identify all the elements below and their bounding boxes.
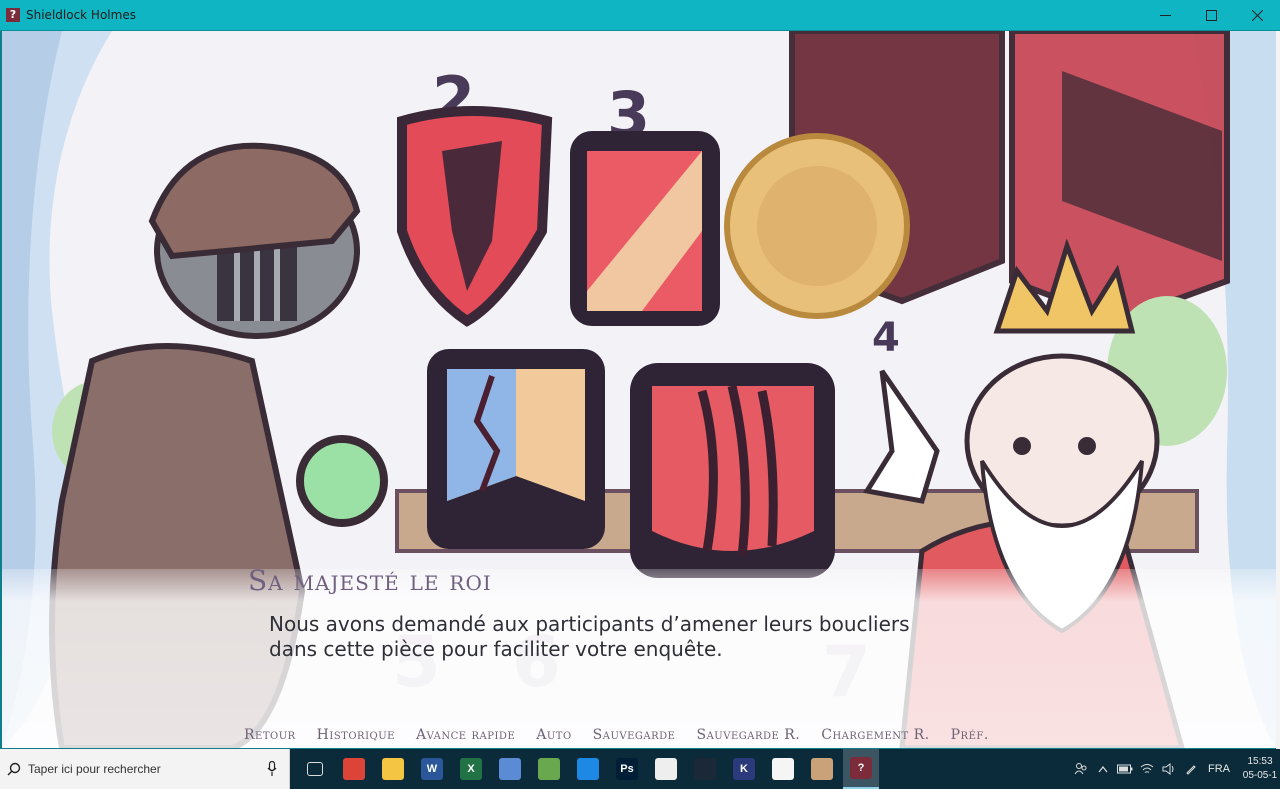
dialogue-line-1: Nous avons demandé aux participants d’am… [269, 612, 910, 636]
window-title: Shieldlock Holmes [26, 8, 136, 22]
quick-menu-quick-save[interactable]: Sauvegarde R. [696, 727, 800, 747]
piano-app-icon [655, 758, 677, 780]
taskbar-app-task-view[interactable] [297, 749, 333, 789]
microphone-icon[interactable] [267, 761, 277, 777]
search-placeholder: Taper ici pour rechercher [28, 762, 161, 776]
volume-icon[interactable] [1158, 749, 1180, 789]
taskbar: Taper ici pour rechercher W X Ps K? FRA 15:… [0, 749, 1280, 789]
taskbar-search[interactable]: Taper ici pour rechercher [0, 749, 290, 789]
chevron-up-icon[interactable] [1092, 749, 1114, 789]
photoshop-icon: Ps [616, 758, 638, 780]
app-icon: ? [6, 8, 20, 22]
quick-menu-back[interactable]: Retour [244, 727, 296, 747]
maximize-icon [1205, 10, 1217, 21]
quick-menu-auto[interactable]: Auto [536, 727, 571, 747]
game-canvas[interactable]: 2 3 4 5 6 7 [2, 31, 1276, 748]
paint-app-icon [499, 758, 521, 780]
quick-menu-skip[interactable]: Avance rapide [416, 727, 515, 747]
window-app-icon [577, 758, 599, 780]
quick-menu: Retour Historique Avance rapide Auto Sau… [244, 727, 1010, 747]
window-titlebar: ? Shieldlock Holmes [0, 0, 1280, 31]
minimize-icon [1159, 15, 1171, 16]
search-icon [7, 762, 21, 776]
quick-menu-save[interactable]: Sauvegarde [593, 727, 676, 747]
taskbar-app-window-app[interactable] [570, 749, 606, 789]
figure-app-icon [811, 758, 833, 780]
close-icon [1251, 10, 1263, 21]
system-tray: FRA 15:53 05-05-1 [1070, 749, 1280, 789]
desktop-edge [1276, 31, 1280, 749]
taskbar-app-chrome[interactable] [336, 749, 372, 789]
globe-app-icon [538, 758, 560, 780]
excel-icon: X [460, 758, 482, 780]
dialogue-text: Nous avons demandé aux participants d’am… [269, 612, 1029, 662]
taskbar-app-word[interactable]: W [414, 749, 450, 789]
taskbar-app-photoshop[interactable]: Ps [609, 749, 645, 789]
taskbar-app-piano-app[interactable] [648, 749, 684, 789]
quick-menu-preferences[interactable]: Préf. [951, 727, 989, 747]
quick-menu-quick-load[interactable]: Chargement R. [821, 727, 929, 747]
taskbar-app-shieldlock-app[interactable]: ? [843, 749, 879, 789]
window-controls [1142, 0, 1280, 31]
taskbar-apps: W X Ps K? [294, 749, 879, 789]
battery-icon[interactable] [1114, 749, 1136, 789]
word-icon: W [421, 758, 443, 780]
speaker-name: Sa majesté le roi [248, 564, 492, 597]
maximize-button[interactable] [1188, 0, 1234, 31]
taskbar-app-k-app[interactable]: K [726, 749, 762, 789]
taskbar-app-excel[interactable]: X [453, 749, 489, 789]
people-icon[interactable] [1070, 749, 1092, 789]
k-app-icon: K [733, 758, 755, 780]
taskbar-app-figure-app[interactable] [804, 749, 840, 789]
taskbar-app-steam[interactable] [687, 749, 723, 789]
taskbar-app-globe-app[interactable] [531, 749, 567, 789]
dialogue-line-2: dans cette pièce pour faciliter votre en… [269, 637, 723, 661]
chrome-icon [343, 758, 365, 780]
taskbar-app-sticky-app[interactable] [765, 749, 801, 789]
sticky-app-icon [772, 758, 794, 780]
clock[interactable]: 15:53 05-05-1 [1240, 755, 1280, 783]
clock-date: 05-05-1 [1242, 770, 1278, 781]
close-button[interactable] [1234, 0, 1280, 31]
quick-menu-history[interactable]: Historique [317, 727, 395, 747]
task-view-icon [307, 762, 323, 776]
language-indicator[interactable]: FRA [1208, 763, 1230, 775]
minimize-button[interactable] [1142, 0, 1188, 31]
steam-icon [694, 758, 716, 780]
taskbar-app-file-explorer[interactable] [375, 749, 411, 789]
file-explorer-icon [382, 758, 404, 780]
clock-time: 15:53 [1247, 756, 1273, 767]
pen-icon[interactable] [1180, 749, 1202, 789]
wifi-icon[interactable] [1136, 749, 1158, 789]
taskbar-app-paint-app[interactable] [492, 749, 528, 789]
number-4: 4 [872, 315, 900, 361]
shieldlock-app-icon: ? [850, 757, 872, 779]
